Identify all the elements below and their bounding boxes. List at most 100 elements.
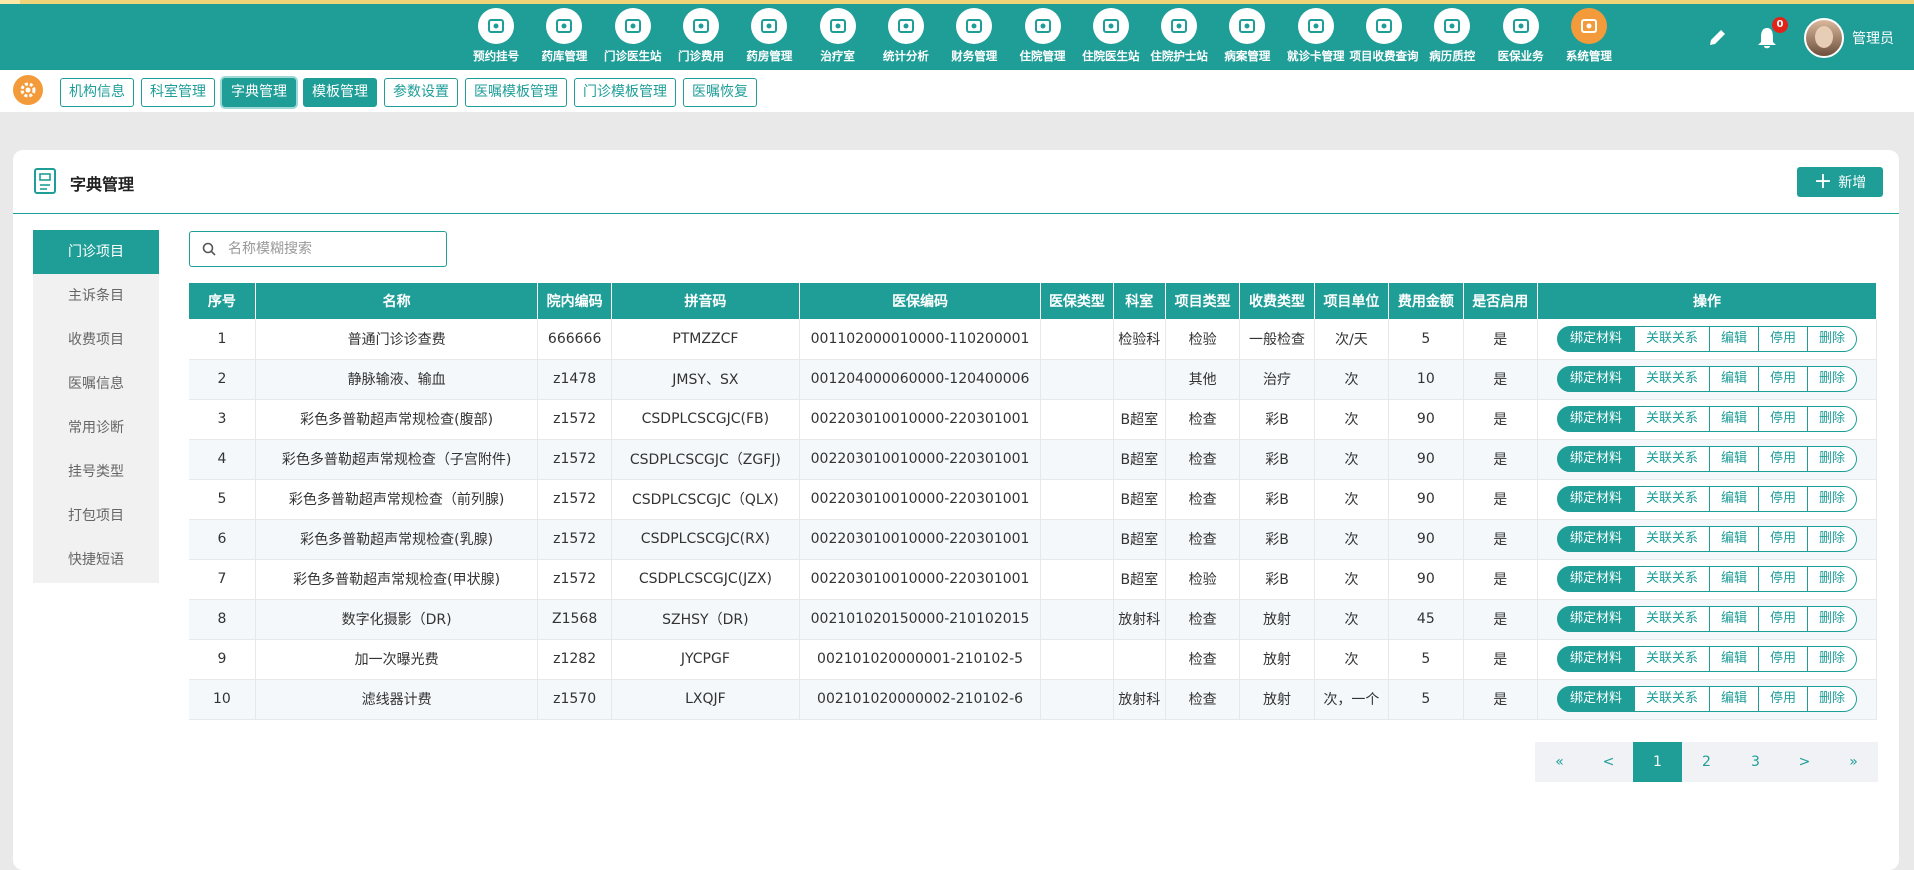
nav-item-10[interactable]: 住院护士站	[1145, 8, 1213, 68]
nav-item-2[interactable]: 门诊医生站	[599, 8, 667, 68]
edit-button[interactable]: 编辑	[1709, 486, 1759, 512]
delete-button[interactable]: 删除	[1808, 606, 1858, 632]
delete-button[interactable]: 删除	[1808, 366, 1858, 392]
nav-item-1[interactable]: 药库管理	[530, 8, 598, 68]
edit-button[interactable]: 编辑	[1709, 566, 1759, 592]
nav-item-5[interactable]: 治疗室	[803, 8, 871, 68]
nav-item-7[interactable]: 财务管理	[940, 8, 1008, 68]
relation-button[interactable]: 关联关系	[1634, 406, 1710, 432]
bind-material-button[interactable]: 绑定材料	[1556, 566, 1635, 592]
sidebar-item-4[interactable]: 常用诊断	[33, 406, 159, 450]
sub-tab-7[interactable]: 医嘱恢复	[683, 78, 757, 107]
disable-button[interactable]: 停用	[1758, 406, 1808, 432]
relation-button[interactable]: 关联关系	[1634, 486, 1710, 512]
sidebar-item-7[interactable]: 快捷短语	[33, 538, 159, 582]
delete-button[interactable]: 删除	[1808, 446, 1858, 472]
edit-button[interactable]: 编辑	[1709, 446, 1759, 472]
relation-button[interactable]: 关联关系	[1634, 446, 1710, 472]
sub-tab-0[interactable]: 机构信息	[60, 78, 134, 107]
sidebar-item-2[interactable]: 收费项目	[33, 318, 159, 362]
bind-material-button[interactable]: 绑定材料	[1556, 446, 1635, 472]
disable-button[interactable]: 停用	[1758, 566, 1808, 592]
delete-button[interactable]: 删除	[1808, 486, 1858, 512]
disable-button[interactable]: 停用	[1758, 646, 1808, 672]
relation-button[interactable]: 关联关系	[1634, 606, 1710, 632]
sidebar-item-0[interactable]: 门诊项目	[33, 230, 159, 274]
nav-item-12[interactable]: 就诊卡管理	[1282, 8, 1350, 68]
pager-button[interactable]: >	[1780, 742, 1829, 782]
add-button[interactable]: + 新增	[1797, 167, 1883, 197]
pencil-icon[interactable]	[1702, 23, 1732, 53]
system-gear-icon[interactable]	[13, 75, 43, 105]
sub-tab-2[interactable]: 字典管理	[222, 78, 296, 107]
relation-button[interactable]: 关联关系	[1634, 526, 1710, 552]
pager-button[interactable]: »	[1829, 742, 1878, 782]
nav-item-3[interactable]: 门诊费用	[667, 8, 735, 68]
delete-button[interactable]: 删除	[1808, 646, 1858, 672]
bind-material-button[interactable]: 绑定材料	[1556, 325, 1635, 352]
bind-material-button[interactable]: 绑定材料	[1556, 526, 1635, 552]
bind-material-button[interactable]: 绑定材料	[1556, 406, 1635, 432]
edit-button[interactable]: 编辑	[1709, 646, 1759, 672]
notification-bell[interactable]: 0	[1752, 17, 1788, 53]
avatar[interactable]	[1804, 18, 1844, 58]
bind-material-button[interactable]: 绑定材料	[1556, 366, 1635, 392]
table-cell: Z1568	[537, 599, 612, 640]
disable-button[interactable]: 停用	[1758, 486, 1808, 512]
nav-item-9[interactable]: 住院医生站	[1077, 8, 1145, 68]
pager-button[interactable]: «	[1535, 742, 1584, 782]
edit-button[interactable]: 编辑	[1709, 526, 1759, 552]
nav-item-16[interactable]: 系统管理	[1555, 8, 1623, 68]
sub-tab-6[interactable]: 门诊模板管理	[574, 78, 676, 107]
search-input[interactable]	[228, 241, 428, 257]
pager-button[interactable]: 1	[1633, 742, 1682, 782]
pager-button[interactable]: <	[1584, 742, 1633, 782]
delete-button[interactable]: 删除	[1808, 406, 1858, 432]
sidebar-item-5[interactable]: 挂号类型	[33, 450, 159, 494]
disable-button[interactable]: 停用	[1758, 606, 1808, 632]
sub-tab-3[interactable]: 模板管理	[303, 78, 377, 107]
disable-button[interactable]: 停用	[1758, 366, 1808, 392]
username[interactable]: 管理员	[1852, 28, 1894, 48]
bind-material-button[interactable]: 绑定材料	[1556, 606, 1635, 632]
pager-button[interactable]: 3	[1731, 742, 1780, 782]
nav-item-11[interactable]: 病案管理	[1213, 8, 1281, 68]
sub-tab-1[interactable]: 科室管理	[141, 78, 215, 107]
edit-button[interactable]: 编辑	[1709, 406, 1759, 432]
disable-button[interactable]: 停用	[1758, 526, 1808, 552]
delete-button[interactable]: 删除	[1808, 566, 1858, 592]
bind-material-button[interactable]: 绑定材料	[1556, 686, 1635, 712]
sidebar-item-1[interactable]: 主诉条目	[33, 274, 159, 318]
disable-button[interactable]: 停用	[1758, 325, 1808, 352]
relation-button[interactable]: 关联关系	[1634, 686, 1710, 712]
sidebar-item-6[interactable]: 打包项目	[33, 494, 159, 538]
disable-button[interactable]: 停用	[1758, 446, 1808, 472]
delete-button[interactable]: 删除	[1808, 325, 1858, 352]
edit-button[interactable]: 编辑	[1709, 366, 1759, 392]
nav-item-14[interactable]: 病历质控	[1418, 8, 1486, 68]
delete-button[interactable]: 删除	[1808, 526, 1858, 552]
nav-item-13[interactable]: 项目收费查询	[1350, 8, 1419, 68]
relation-button[interactable]: 关联关系	[1634, 325, 1710, 352]
bind-material-button[interactable]: 绑定材料	[1556, 486, 1635, 512]
disable-button[interactable]: 停用	[1758, 686, 1808, 712]
nav-item-0[interactable]: 预约挂号	[462, 8, 530, 68]
nav-item-8[interactable]: 住院管理	[1008, 8, 1076, 68]
table-cell: 彩B	[1239, 399, 1315, 440]
pager-button[interactable]: 2	[1682, 742, 1731, 782]
relation-button[interactable]: 关联关系	[1634, 566, 1710, 592]
relation-button[interactable]: 关联关系	[1634, 366, 1710, 392]
edit-button[interactable]: 编辑	[1709, 606, 1759, 632]
sub-tab-4[interactable]: 参数设置	[384, 78, 458, 107]
nav-item-15[interactable]: 医保业务	[1486, 8, 1554, 68]
nav-item-6[interactable]: 统计分析	[872, 8, 940, 68]
relation-button[interactable]: 关联关系	[1634, 646, 1710, 672]
delete-button[interactable]: 删除	[1808, 686, 1858, 712]
nav-item-4[interactable]: 药房管理	[735, 8, 803, 68]
sub-tab-5[interactable]: 医嘱模板管理	[465, 78, 567, 107]
edit-button[interactable]: 编辑	[1709, 686, 1759, 712]
table-cell: 检查	[1165, 599, 1241, 640]
bind-material-button[interactable]: 绑定材料	[1556, 646, 1635, 672]
edit-button[interactable]: 编辑	[1709, 325, 1759, 352]
sidebar-item-3[interactable]: 医嘱信息	[33, 362, 159, 406]
